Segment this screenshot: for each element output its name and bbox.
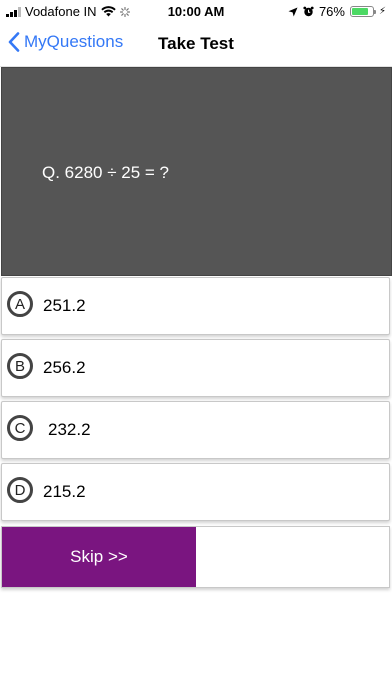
- back-button-label: MyQuestions: [24, 32, 124, 51]
- page-title: Take Test: [158, 34, 234, 53]
- option-value: 232.2: [48, 420, 91, 439]
- back-button[interactable]: MyQuestions: [8, 32, 123, 52]
- option-d[interactable]: D 215.2: [1, 463, 390, 521]
- option-letter-badge: C: [7, 415, 33, 441]
- chevron-left-icon: [8, 32, 20, 52]
- question-text: Q. 6280 ÷ 25 = ?: [42, 163, 170, 182]
- option-value: 215.2: [43, 482, 86, 501]
- option-value: 251.2: [43, 296, 86, 315]
- skip-row: Skip >>: [1, 526, 390, 588]
- battery-icon: [349, 6, 376, 17]
- navigation-bar: MyQuestions Take Test: [0, 22, 392, 67]
- option-letter-badge: B: [7, 353, 33, 379]
- status-bar: Vodafone IN 10:00 AM 76% ⚡: [0, 0, 392, 22]
- alarm-clock-icon: [303, 6, 314, 17]
- status-right: 76% ⚡: [288, 4, 386, 19]
- skip-button[interactable]: Skip >>: [2, 527, 196, 587]
- location-arrow-icon: [288, 7, 298, 16]
- battery-percent: 76%: [318, 4, 345, 19]
- question-panel: Q. 6280 ÷ 25 = ?: [1, 67, 392, 276]
- option-letter-badge: A: [7, 291, 33, 317]
- option-letter-badge: D: [7, 477, 33, 503]
- option-b[interactable]: B 256.2: [1, 339, 390, 397]
- option-c[interactable]: C 232.2: [1, 401, 390, 459]
- option-value: 256.2: [43, 358, 86, 377]
- option-a[interactable]: A 251.2: [1, 277, 390, 335]
- charging-bolt-icon: ⚡: [378, 6, 386, 17]
